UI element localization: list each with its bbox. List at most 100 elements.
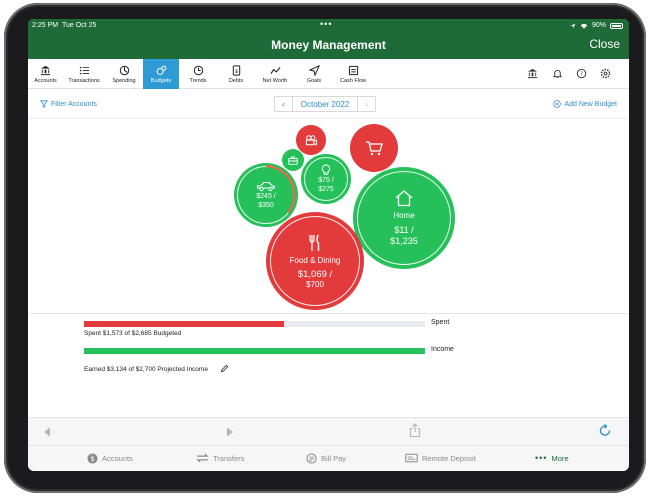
month-label[interactable]: October 2022 bbox=[292, 97, 358, 111]
add-budget-label: Add New Budget bbox=[564, 100, 617, 108]
battery-icon bbox=[610, 22, 623, 29]
bell-icon[interactable] bbox=[552, 68, 563, 79]
wifi-icon bbox=[580, 23, 588, 29]
bank-icon bbox=[40, 65, 51, 75]
tab-bar-more[interactable]: ••• More bbox=[535, 453, 569, 463]
utilities-spent: $75 / bbox=[318, 177, 334, 184]
pencil-icon[interactable] bbox=[220, 364, 229, 373]
app-screen: 2:25 PM Tue Oct 25 ••• 90% Money Managem… bbox=[28, 19, 629, 471]
bubble-shopping[interactable] bbox=[350, 124, 398, 172]
status-right: 90% bbox=[570, 22, 623, 29]
cash-flow-icon bbox=[348, 65, 358, 75]
tab-budgets[interactable]: Budgets bbox=[143, 59, 179, 89]
tab-bar-transfers[interactable]: Transfers bbox=[196, 453, 244, 463]
tab-spending[interactable]: Spending bbox=[105, 59, 143, 89]
forward-arrow-icon[interactable] bbox=[226, 427, 234, 437]
tab-bar-label: Bill Pay bbox=[321, 454, 347, 463]
budget-bubble-chart: $75 / $275 $245 / $350 Home $11 / $1,235 bbox=[28, 119, 629, 310]
list-icon bbox=[79, 66, 89, 74]
spent-caption: Spent $1,573 of $2,685 Budgeted bbox=[84, 330, 182, 337]
shopping-cart-icon bbox=[366, 141, 383, 156]
bubble-food-dining[interactable]: Food & Dining $1,069 / $700 bbox=[266, 212, 364, 310]
prev-month-button[interactable]: ‹ bbox=[275, 97, 292, 111]
svg-text:$: $ bbox=[90, 455, 94, 463]
utilities-budget: $275 bbox=[318, 186, 334, 193]
month-selector: ‹ October 2022 › bbox=[274, 96, 376, 112]
bubble-entertainment[interactable] bbox=[296, 125, 326, 155]
income-bar-track bbox=[84, 348, 425, 354]
home-name: Home bbox=[393, 211, 415, 220]
back-arrow-icon[interactable] bbox=[43, 427, 51, 437]
filter-icon bbox=[40, 100, 48, 108]
movie-camera-icon bbox=[305, 134, 317, 146]
tab-net-worth[interactable]: Net Worth bbox=[256, 59, 294, 89]
home-spent: $11 / bbox=[394, 225, 414, 235]
tab-bar-label: Transfers bbox=[213, 453, 245, 463]
institution-icon[interactable] bbox=[527, 68, 538, 79]
add-budget-button[interactable]: Add New Budget bbox=[553, 100, 617, 108]
bubble-utilities[interactable]: $75 / $275 bbox=[301, 154, 351, 204]
transfer-arrows-icon bbox=[196, 453, 209, 463]
gear-icon[interactable] bbox=[600, 68, 611, 79]
dollar-circle-icon: $ bbox=[87, 453, 98, 464]
bubble-home[interactable]: Home $11 / $1,235 bbox=[353, 167, 455, 269]
battery-percent: 90% bbox=[591, 22, 606, 29]
tab-transactions[interactable]: Transactions bbox=[64, 59, 104, 89]
filter-label: Filter Accounts bbox=[51, 100, 97, 108]
food-name: Food & Dining bbox=[289, 255, 341, 265]
net-worth-icon bbox=[269, 66, 281, 74]
tab-label: Spending bbox=[112, 77, 136, 84]
car-icon bbox=[256, 181, 276, 191]
tab-bar-bill-pay[interactable]: Bill Pay bbox=[306, 453, 346, 464]
tab-bar-remote-deposit[interactable]: Remote Deposit bbox=[405, 453, 476, 463]
tab-label: Goals bbox=[306, 77, 322, 84]
tablet-frame: 2:25 PM Tue Oct 25 ••• 90% Money Managem… bbox=[4, 3, 646, 493]
budget-subbar: Filter Accounts ‹ October 2022 › Add New… bbox=[28, 89, 629, 119]
app-header: 2:25 PM Tue Oct 25 ••• 90% Money Managem… bbox=[28, 19, 629, 59]
income-label: Income bbox=[431, 346, 454, 353]
tab-goals[interactable]: Goals bbox=[296, 59, 332, 89]
home-budget: $1,235 bbox=[390, 236, 418, 246]
tab-label: Debts bbox=[228, 77, 244, 84]
help-icon[interactable]: ? bbox=[576, 68, 587, 79]
refresh-icon[interactable] bbox=[599, 424, 612, 438]
tab-bar-accounts[interactable]: $ Accounts bbox=[87, 453, 133, 464]
spending-icon bbox=[119, 65, 129, 75]
food-spent: $1,069 / bbox=[297, 268, 333, 280]
tab-accounts[interactable]: Accounts bbox=[28, 59, 63, 89]
svg-text:?: ? bbox=[580, 72, 583, 78]
goals-icon bbox=[308, 64, 320, 76]
spent-bar-fill bbox=[84, 321, 284, 327]
location-icon bbox=[570, 23, 576, 28]
bill-pay-icon bbox=[306, 453, 317, 464]
browser-nav-bar bbox=[28, 417, 629, 445]
house-icon bbox=[395, 190, 413, 207]
income-caption: Earned $3,134 of $2,700 Projected Income bbox=[84, 366, 208, 373]
status-time: 2:25 PM bbox=[32, 22, 59, 29]
tab-trends[interactable]: Trends bbox=[180, 59, 216, 89]
budgets-icon bbox=[156, 65, 166, 75]
filter-accounts-button[interactable]: Filter Accounts bbox=[40, 100, 97, 108]
share-icon[interactable] bbox=[409, 423, 421, 438]
tab-debts[interactable]: $ Debts bbox=[218, 59, 254, 89]
debts-icon: $ bbox=[232, 64, 240, 76]
tab-bar-label: More bbox=[551, 453, 569, 463]
tab-bar-label: Accounts bbox=[102, 454, 133, 463]
tab-cash-flow[interactable]: Cash Flow bbox=[333, 59, 373, 89]
tab-bar-label: Remote Deposit bbox=[422, 453, 476, 463]
food-budget: $700 bbox=[306, 279, 324, 289]
multitask-dots-icon[interactable]: ••• bbox=[320, 19, 332, 29]
spent-bar-track bbox=[84, 321, 425, 327]
tab-label: Cash Flow bbox=[340, 77, 366, 84]
app-tab-bar: $ Accounts Transfers Bill Pay Remote Dep… bbox=[28, 445, 629, 471]
clock-icon bbox=[193, 65, 203, 75]
more-dots-icon: ••• bbox=[535, 453, 548, 463]
module-toolbar: Accounts Transactions Spending Budgets T… bbox=[28, 59, 629, 89]
svg-text:$: $ bbox=[234, 68, 238, 74]
status-date: Tue Oct 25 bbox=[62, 22, 97, 29]
income-bar-fill bbox=[84, 348, 425, 354]
close-button[interactable]: Close bbox=[589, 37, 620, 51]
lightbulb-icon bbox=[321, 164, 331, 175]
next-month-button[interactable]: › bbox=[358, 97, 375, 111]
bubble-auto[interactable]: $245 / $350 bbox=[234, 163, 298, 227]
